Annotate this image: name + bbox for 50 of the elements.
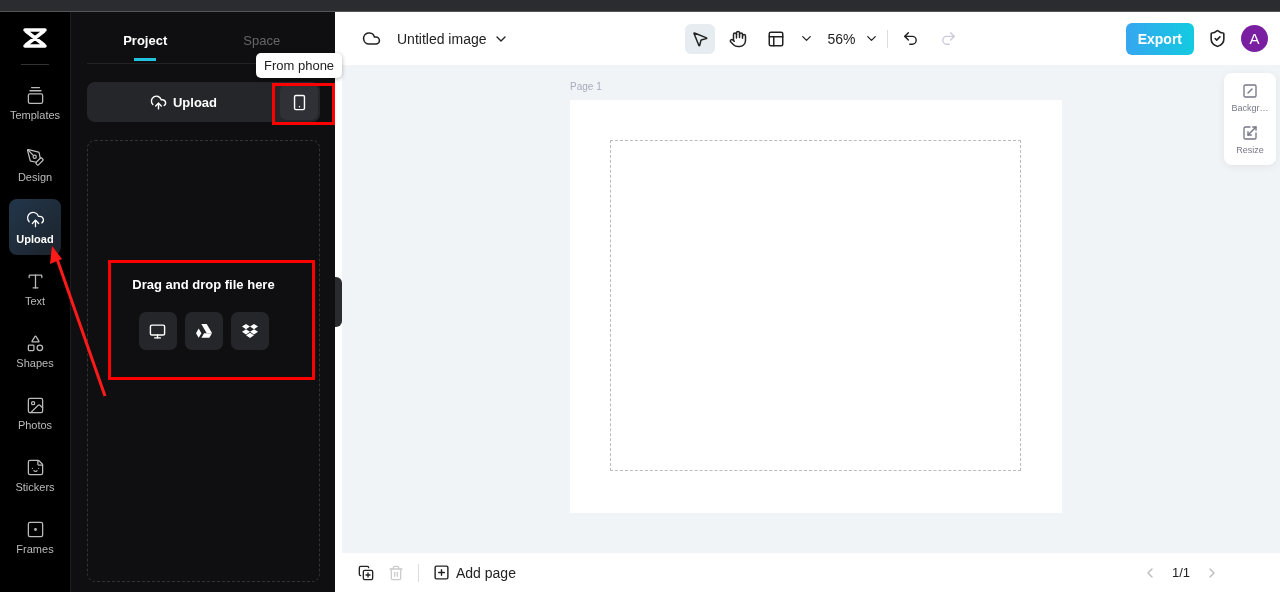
collapse-handle[interactable] [335, 277, 342, 327]
highlight-box [272, 83, 335, 125]
pointer-icon [690, 29, 709, 48]
tooltip: From phone [256, 53, 343, 78]
sidebar-item-icon [25, 457, 45, 477]
computer-button[interactable] [138, 312, 177, 350]
sidebar-item-icon [25, 85, 45, 105]
duplicate-page-icon[interactable] [358, 564, 374, 581]
sidebar-item-icon [25, 209, 45, 229]
drive-button[interactable] [184, 312, 223, 350]
logo-icon [22, 26, 48, 50]
redo-icon [940, 30, 958, 47]
drop-zone[interactable]: Drag and drop file here [87, 140, 320, 582]
sidebar-item[interactable]: Shapes [9, 323, 61, 379]
zoom-level[interactable]: 56% [827, 30, 856, 47]
sidebar-item[interactable]: Templates [9, 75, 61, 131]
sidebar-item[interactable]: Upload [9, 199, 61, 255]
phone-button[interactable] [280, 84, 318, 120]
shield-check-icon[interactable] [1208, 29, 1227, 48]
drive-icon [195, 324, 212, 338]
cloud-icon [362, 29, 381, 48]
dropbox-button[interactable] [230, 312, 269, 350]
side-tool-icon [1242, 83, 1258, 99]
sidebar-item[interactable]: Text [9, 261, 61, 317]
sidebar-item[interactable]: Stickers [9, 447, 61, 503]
add-page-button[interactable]: Add page [433, 564, 516, 581]
tab[interactable]: Project [87, 12, 204, 63]
dropbox-icon [241, 323, 258, 339]
project-title[interactable]: Untitled image [397, 30, 487, 47]
sidebar-item-icon [25, 147, 45, 167]
sidebar-item[interactable]: Frames [9, 509, 61, 565]
side-tool-icon [1242, 125, 1258, 141]
monitor-icon [149, 322, 166, 340]
add-page-icon [433, 564, 450, 581]
page-label: Page 1 [570, 81, 602, 92]
layout-icon [766, 29, 785, 48]
sidebar-item-icon [25, 333, 45, 353]
avatar[interactable]: A [1241, 25, 1268, 52]
page-counter: 1/1 [1171, 565, 1190, 580]
sidebar-item-icon [25, 519, 45, 539]
sidebar-item[interactable]: Photos [9, 385, 61, 441]
sidebar-item[interactable]: Design [9, 137, 61, 193]
cloud-upload-icon [149, 93, 167, 111]
hand-icon [728, 29, 747, 48]
select-tool[interactable] [684, 23, 715, 54]
sidebar-item-icon [25, 395, 45, 415]
undo-icon [902, 30, 920, 47]
side-tool[interactable]: Resize [1236, 125, 1264, 155]
drop-zone-text: Drag and drop file here [132, 277, 275, 292]
side-tool[interactable]: Backgr… [1231, 83, 1269, 113]
